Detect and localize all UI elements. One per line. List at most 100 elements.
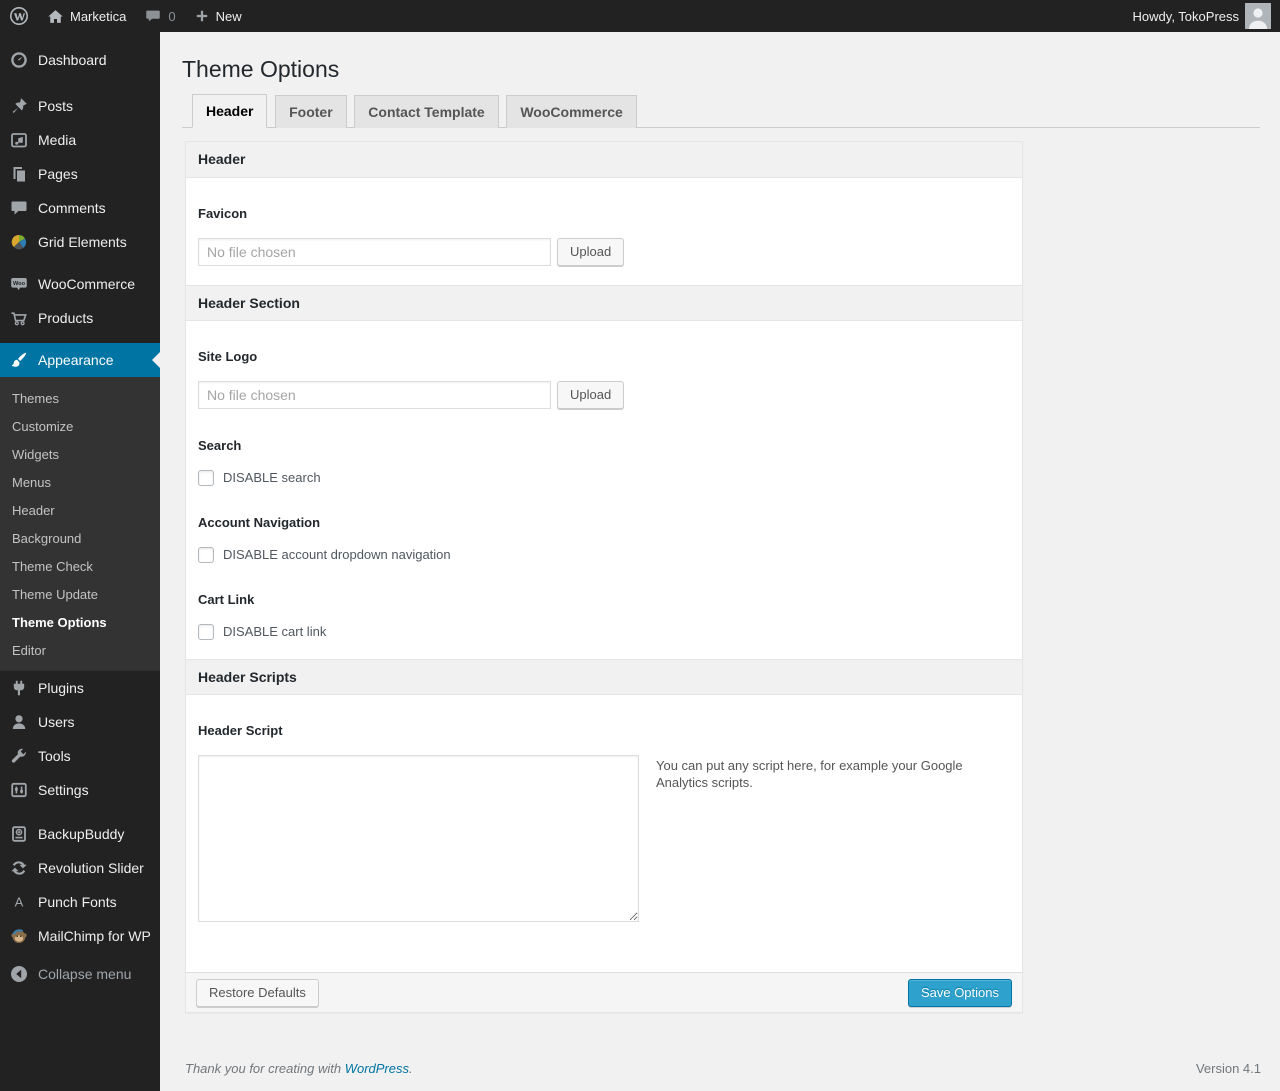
section-header-section-title: Header Section	[186, 285, 1022, 321]
sidebar-item-punch-fonts[interactable]: A Punch Fonts	[0, 885, 160, 919]
comment-count: 0	[168, 8, 176, 24]
sidebar-item-media[interactable]: Media	[0, 123, 160, 157]
sidebar-item-label: BackupBuddy	[38, 826, 125, 842]
submenu-item-widgets[interactable]: Widgets	[0, 441, 160, 469]
pin-icon	[12, 98, 27, 113]
sidebar-item-appearance[interactable]: Appearance	[0, 343, 160, 377]
sidebar-item-pages[interactable]: Pages	[0, 157, 160, 191]
sidebar-item-label: Users	[38, 714, 75, 730]
header-script-label: Header Script	[198, 723, 283, 738]
sidebar-item-label: Punch Fonts	[38, 894, 117, 910]
submenu-item-theme-check[interactable]: Theme Check	[0, 553, 160, 581]
save-options-button[interactable]: Save Options	[907, 978, 1012, 1007]
site-logo-upload-button[interactable]: Upload	[557, 381, 625, 409]
favicon-label: Favicon	[198, 206, 248, 221]
plug-icon	[13, 680, 25, 696]
wordpress-logo-icon	[10, 7, 28, 25]
tab-footer[interactable]: Footer	[275, 95, 347, 128]
user-icon	[12, 715, 26, 729]
sidebar-item-comments[interactable]: Comments	[0, 191, 160, 225]
svg-text:Woo: Woo	[13, 281, 26, 287]
wordpress-link[interactable]: WordPress	[345, 1061, 409, 1076]
pages-icon	[13, 167, 25, 182]
sliders-icon	[11, 782, 27, 798]
submenu-item-themes[interactable]: Themes	[0, 385, 160, 413]
main-content: Theme Options Header Footer Contact Temp…	[160, 32, 1280, 1091]
panel-footer: Restore Defaults Save Options	[186, 972, 1022, 1012]
collapse-arrow-icon	[11, 966, 27, 982]
refresh-arrows-icon	[11, 861, 27, 875]
header-script-textarea[interactable]	[198, 755, 639, 922]
letter-a-icon: A	[15, 895, 24, 910]
submenu-item-theme-options[interactable]: Theme Options	[0, 609, 160, 637]
home-icon	[48, 9, 63, 23]
submenu-item-header[interactable]: Header	[0, 497, 160, 525]
sidebar-item-label: MailChimp for WP	[38, 928, 151, 944]
section-header-title: Header	[186, 142, 1022, 178]
header-script-hint: You can put any script here, for example…	[656, 758, 963, 790]
wordpress-logo-button[interactable]	[0, 0, 38, 32]
submenu-item-background[interactable]: Background	[0, 525, 160, 553]
sidebar-item-backupbuddy[interactable]: BackupBuddy	[0, 817, 160, 851]
sidebar-item-tools[interactable]: Tools	[0, 739, 160, 773]
sidebar-item-posts[interactable]: Posts	[0, 89, 160, 123]
dashboard-icon	[11, 52, 27, 68]
woocommerce-icon: Woo	[11, 278, 27, 291]
theme-options-panel: Header Favicon Upload Header Section Sit…	[185, 141, 1023, 1013]
disable-account-nav-checkbox[interactable]	[198, 547, 214, 563]
sidebar-item-dashboard[interactable]: Dashboard	[0, 43, 160, 77]
sidebar-item-label: Media	[38, 132, 77, 148]
restore-defaults-button[interactable]: Restore Defaults	[196, 978, 319, 1007]
page-title: Theme Options	[182, 56, 340, 82]
cart-link-label: Cart Link	[198, 592, 255, 607]
tab-woocommerce[interactable]: WooCommerce	[506, 95, 637, 128]
sidebar-item-mailchimp[interactable]: MailChimp for WP	[0, 919, 160, 953]
avatar-silhouette-icon	[1245, 3, 1271, 29]
submenu-item-editor[interactable]: Editor	[0, 637, 160, 665]
favicon-file-input[interactable]	[198, 238, 551, 266]
disable-cart-link-checkbox[interactable]	[198, 624, 214, 640]
disable-search-checkbox[interactable]	[198, 470, 214, 486]
sidebar-item-label: Pages	[38, 166, 78, 182]
comments-icon	[11, 201, 27, 215]
account-navigation-label: Account Navigation	[198, 515, 321, 530]
mailchimp-monkey-icon	[11, 929, 27, 943]
disable-account-nav-label: DISABLE account dropdown navigation	[223, 547, 451, 562]
avatar	[1245, 3, 1271, 29]
site-name-link[interactable]: Marketica	[38, 0, 135, 32]
sidebar-item-grid-elements[interactable]: Grid Elements	[0, 225, 160, 259]
sidebar-item-revolution-slider[interactable]: Revolution Slider	[0, 851, 160, 885]
backup-drive-icon	[12, 826, 26, 842]
sidebar-item-label: Tools	[38, 748, 71, 764]
collapse-menu-button[interactable]: Collapse menu	[0, 957, 160, 991]
tab-contact-template[interactable]: Contact Template	[354, 95, 499, 128]
new-content-link[interactable]: New	[185, 0, 251, 32]
sidebar-item-label: Grid Elements	[38, 234, 127, 250]
submenu-item-customize[interactable]: Customize	[0, 413, 160, 441]
sidebar-item-label: Dashboard	[38, 52, 107, 68]
submenu-item-theme-update[interactable]: Theme Update	[0, 581, 160, 609]
submenu-item-menus[interactable]: Menus	[0, 469, 160, 497]
search-label: Search	[198, 438, 242, 453]
sidebar-item-settings[interactable]: Settings	[0, 773, 160, 807]
collapse-menu-label: Collapse menu	[38, 966, 132, 982]
sidebar-item-products[interactable]: Products	[0, 301, 160, 335]
sidebar-item-plugins[interactable]: Plugins	[0, 671, 160, 705]
grid-elements-icon	[11, 234, 27, 250]
admin-menu: Dashboard Posts Media Pages Comments Gri…	[0, 32, 160, 1091]
plus-icon	[196, 10, 207, 22]
sidebar-item-label: Plugins	[38, 680, 84, 696]
account-menu-link[interactable]: Howdy, TokoPress	[1124, 0, 1280, 32]
comment-bubble-icon	[146, 10, 161, 22]
sidebar-item-woocommerce[interactable]: Woo WooCommerce	[0, 267, 160, 301]
sidebar-item-label: WooCommerce	[38, 276, 135, 292]
sidebar-item-users[interactable]: Users	[0, 705, 160, 739]
svg-text:A: A	[15, 895, 24, 910]
favicon-upload-button[interactable]: Upload	[557, 238, 625, 266]
site-name-label: Marketica	[70, 8, 127, 24]
version-label: Version 4.1	[1195, 1061, 1261, 1076]
sidebar-item-label: Comments	[38, 200, 106, 216]
tab-header[interactable]: Header	[192, 94, 268, 128]
site-logo-file-input[interactable]	[198, 381, 551, 409]
comments-link[interactable]: 0	[135, 0, 184, 32]
